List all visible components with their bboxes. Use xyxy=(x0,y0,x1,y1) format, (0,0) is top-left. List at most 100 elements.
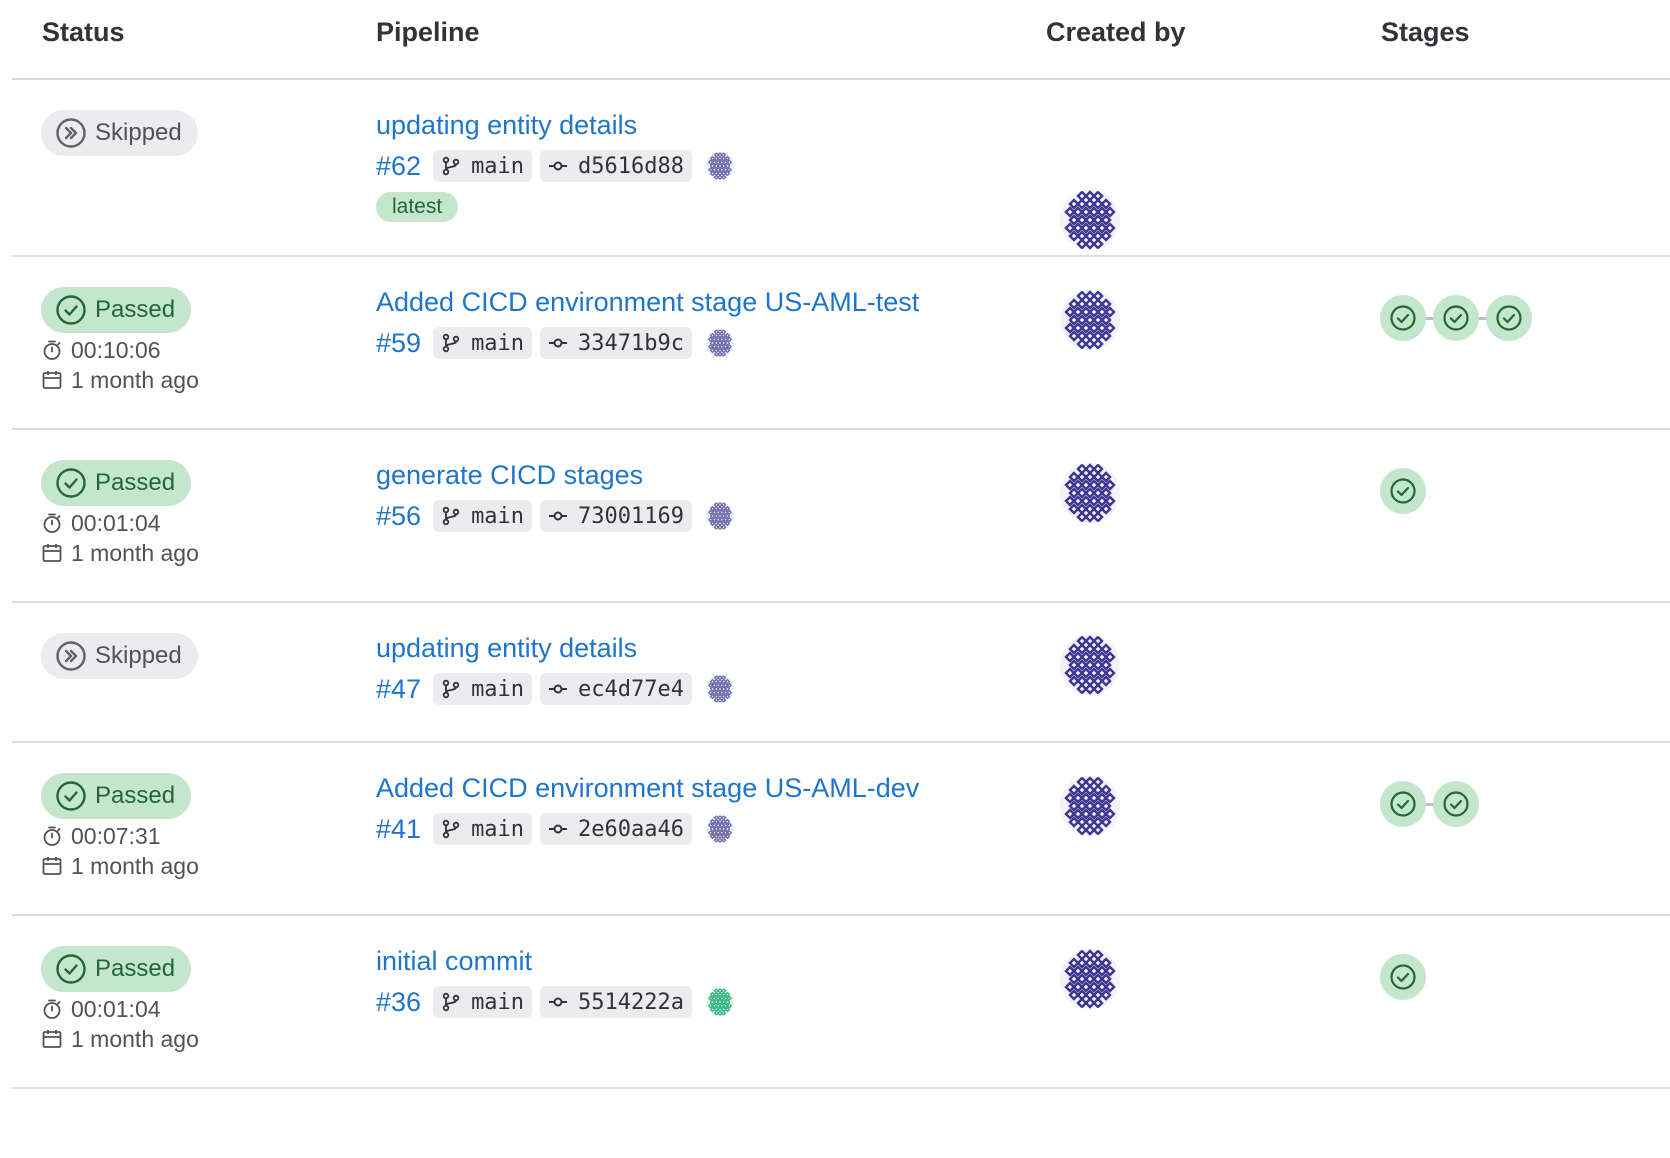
commit-sha: d5616d88 xyxy=(578,153,685,179)
commit-ref[interactable]: d5616d88 xyxy=(540,150,693,182)
identicon-icon xyxy=(1064,190,1116,250)
creator-avatar[interactable] xyxy=(1060,463,1120,523)
stage-status-passed[interactable] xyxy=(1433,781,1479,827)
status-badge-passed[interactable]: Passed xyxy=(41,946,192,992)
pipeline-id-link[interactable]: #59 xyxy=(376,328,421,359)
identicon-icon xyxy=(1064,949,1116,1009)
pipeline-id-link[interactable]: #36 xyxy=(376,987,421,1018)
status-badge-skipped[interactable]: Skipped xyxy=(41,633,198,679)
status-label: Passed xyxy=(95,296,176,323)
commit-ref[interactable]: 5514222a xyxy=(540,986,693,1018)
check-circle-icon xyxy=(1390,478,1416,504)
latest-label[interactable]: latest xyxy=(376,192,459,222)
branch-icon xyxy=(442,819,460,839)
stage-status-passed[interactable] xyxy=(1380,295,1426,341)
check-circle-icon xyxy=(56,295,86,325)
stage-status-passed[interactable] xyxy=(1380,781,1426,827)
commit-author-avatar[interactable] xyxy=(706,675,735,703)
pipeline-title-link[interactable]: generate CICD stages xyxy=(376,458,734,492)
calendar-icon xyxy=(42,371,62,389)
finished-time: 1 month ago xyxy=(41,538,199,568)
pipeline-title-link[interactable]: initial commit xyxy=(376,944,734,978)
stages-graph xyxy=(1380,468,1426,514)
branch-icon xyxy=(442,333,460,353)
column-header-created-by: Created by xyxy=(1046,17,1186,47)
timer-icon xyxy=(43,513,61,533)
table-row: Passed 00:07:31 1 month ago Added CICD e… xyxy=(12,743,1670,916)
identicon-icon xyxy=(707,988,733,1016)
commit-icon xyxy=(549,824,568,834)
commit-author-avatar[interactable] xyxy=(706,988,735,1016)
table-row: Passed 00:01:04 1 month ago initial comm… xyxy=(12,916,1670,1089)
identicon-icon xyxy=(707,815,733,843)
column-header-pipeline: Pipeline xyxy=(376,17,480,47)
column-header-stages: Stages xyxy=(1381,17,1470,47)
status-label: Passed xyxy=(95,955,176,982)
commit-sha: 5514222a xyxy=(578,989,685,1015)
status-badge-passed[interactable]: Passed xyxy=(41,287,192,333)
table-row: Passed 00:10:06 1 month ago Added CICD e… xyxy=(12,257,1670,430)
finished-time: 1 month ago xyxy=(41,851,199,881)
pipeline-title-link[interactable]: Added CICD environment stage US-AML-dev xyxy=(376,771,919,805)
status-badge-passed[interactable]: Passed xyxy=(41,773,192,819)
check-circle-icon xyxy=(56,781,86,811)
commit-ref[interactable]: ec4d77e4 xyxy=(540,673,693,705)
branch-ref[interactable]: main xyxy=(433,150,533,182)
duration: 00:01:04 xyxy=(41,994,199,1024)
duration: 00:01:04 xyxy=(41,508,199,538)
commit-ref[interactable]: 2e60aa46 xyxy=(540,813,693,845)
branch-ref[interactable]: main xyxy=(433,813,533,845)
creator-avatar[interactable] xyxy=(1060,290,1120,350)
creator-avatar[interactable] xyxy=(1060,776,1120,836)
branch-ref[interactable]: main xyxy=(433,673,533,705)
commit-ref[interactable]: 73001169 xyxy=(540,500,693,532)
branch-name: main xyxy=(471,330,525,356)
commit-sha: 33471b9c xyxy=(578,330,685,356)
timer-icon xyxy=(43,826,61,846)
commit-author-avatar[interactable] xyxy=(706,502,735,530)
stages-graph xyxy=(1380,781,1479,827)
status-label: Skipped xyxy=(95,119,182,146)
stage-status-passed[interactable] xyxy=(1380,468,1426,514)
pipeline-id-link[interactable]: #62 xyxy=(376,151,421,182)
pipeline-id-link[interactable]: #41 xyxy=(376,814,421,845)
stage-status-passed[interactable] xyxy=(1433,295,1479,341)
stages-graph xyxy=(1380,954,1426,1000)
duration: 00:07:31 xyxy=(41,821,199,851)
creator-avatar[interactable] xyxy=(1060,635,1120,695)
identicon-icon xyxy=(1064,463,1116,523)
creator-avatar[interactable] xyxy=(1060,190,1120,250)
identicon-icon xyxy=(707,152,733,180)
commit-sha: ec4d77e4 xyxy=(578,676,685,702)
check-circle-icon xyxy=(56,468,86,498)
stage-status-passed[interactable] xyxy=(1380,954,1426,1000)
timer-icon xyxy=(43,340,61,360)
commit-author-avatar[interactable] xyxy=(706,329,735,357)
pipeline-id-link[interactable]: #47 xyxy=(376,674,421,705)
pipeline-title-link[interactable]: updating entity details xyxy=(376,108,734,142)
branch-icon xyxy=(442,156,460,176)
identicon-icon xyxy=(1064,635,1116,695)
identicon-icon xyxy=(707,502,733,530)
commit-author-avatar[interactable] xyxy=(706,152,735,180)
status-badge-passed[interactable]: Passed xyxy=(41,460,192,506)
check-circle-icon xyxy=(1443,305,1469,331)
branch-ref[interactable]: main xyxy=(433,327,533,359)
check-circle-icon xyxy=(1390,791,1416,817)
duration: 00:10:06 xyxy=(41,335,199,365)
commit-author-avatar[interactable] xyxy=(706,815,735,843)
pipeline-title-link[interactable]: updating entity details xyxy=(376,631,734,665)
stage-status-passed[interactable] xyxy=(1486,295,1532,341)
check-circle-icon xyxy=(56,954,86,984)
pipeline-id-link[interactable]: #56 xyxy=(376,501,421,532)
status-label: Passed xyxy=(95,782,176,809)
pipeline-title-link[interactable]: Added CICD environment stage US-AML-test xyxy=(376,285,919,319)
commit-ref[interactable]: 33471b9c xyxy=(540,327,693,359)
branch-ref[interactable]: main xyxy=(433,500,533,532)
identicon-icon xyxy=(707,329,733,357)
branch-ref[interactable]: main xyxy=(433,986,533,1018)
status-badge-skipped[interactable]: Skipped xyxy=(41,110,198,156)
check-circle-icon xyxy=(1390,305,1416,331)
creator-avatar[interactable] xyxy=(1060,949,1120,1009)
identicon-icon xyxy=(1064,290,1116,350)
